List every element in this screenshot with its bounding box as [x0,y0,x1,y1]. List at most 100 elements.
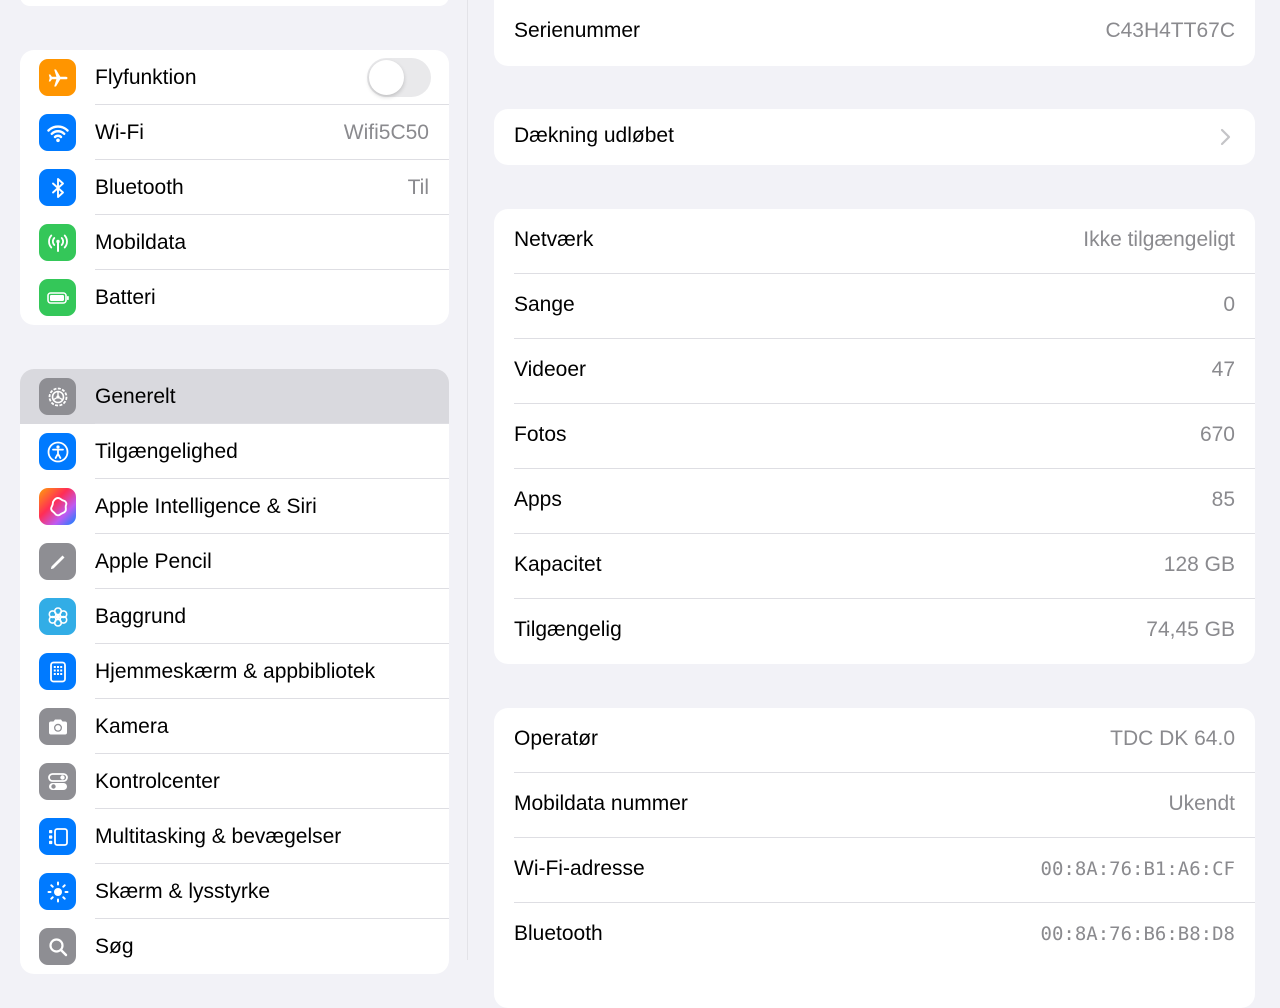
sidebar-item-label: Flyfunktion [95,65,197,89]
sidebar-item-apple-intelligence-and-siri[interactable]: Apple Intelligence & Siri [20,479,449,534]
sidebar-item-label: Multitasking & bevægelser [95,824,342,848]
chevron-right-icon [1220,128,1231,146]
sidebar-item-flyfunktion[interactable]: Flyfunktion [20,50,449,105]
stats-card: Netværk Ikke tilgængeligt Sange 0 Videoer 47 F… [494,209,1255,664]
info-value: Ukendt [1168,792,1235,815]
sidebar-item-label: Apple Pencil [95,549,212,573]
info-value: Ikke tilgængeligt [1083,228,1235,251]
sidebar-item-wi-fi[interactable]: Wi-Fi Wifi5C50 [20,105,449,160]
sidebar-item-skaerm-and-lysstyrke[interactable]: Skærm & lysstyrke [20,864,449,919]
connectivity-group: Flyfunktion Wi-Fi Wifi5C50 Bluetooth Til Mobi… [20,50,449,325]
flower-icon [39,598,76,635]
sidebar-item-label: Tilgængelighed [95,439,238,463]
sidebar-item-label: Batteri [95,285,156,309]
info-label: Videoer [514,358,587,381]
info-value: 00:8A:76:B6:B8:D8 [1040,923,1235,945]
sidebar-item-label: Skærm & lysstyrke [95,879,271,903]
airplane-mode-toggle[interactable] [367,58,431,97]
info-label: Fotos [514,423,567,446]
info-label: Operatør [514,727,599,750]
search-icon [39,928,76,965]
info-value: 74,45 GB [1146,618,1235,641]
info-label: Bluetooth [514,922,603,945]
wifi-icon [39,114,76,151]
info-row-videoer: Videoer 47 [494,339,1255,404]
network-card: Operatør TDC DK 64.0 Mobildata nummer Ukend… [494,708,1255,1008]
info-value: 85 [1211,488,1235,511]
sidebar-item-kontrolcenter[interactable]: Kontrolcenter [20,754,449,809]
settings-sidebar: Flyfunktion Wi-Fi Wifi5C50 Bluetooth Til Mobi… [0,0,468,974]
general-group: Generelt Tilgængelighed Apple Intelligence… [20,369,449,974]
sidebar-item-label: Søg [95,934,134,958]
sidebar-item-bluetooth[interactable]: Bluetooth Til [20,160,449,215]
coverage-row[interactable]: Dækning udløbet [494,109,1255,165]
accessibility-icon [39,433,76,470]
info-row-operatoer: Operatør TDC DK 64.0 [494,708,1255,773]
about-detail-pane: Serienummer C43H4TT67C Dækning udløbet N… [469,0,1280,1008]
sidebar-item-tilgaengelighed[interactable]: Tilgængelighed [20,424,449,479]
info-value: 670 [1199,423,1235,446]
sidebar-item-mobildata[interactable]: Mobildata [20,215,449,270]
sidebar-item-label: Wi-Fi [95,120,144,144]
airplane-icon [39,59,76,96]
sidebar-item-multitasking-and-bevaegelser[interactable]: Multitasking & bevægelser [20,809,449,864]
battery-icon [39,279,76,316]
sidebar-item-label: Baggrund [95,604,187,628]
serial-card: Serienummer C43H4TT67C [494,0,1255,66]
sidebar-item-label: Generelt [95,384,176,408]
info-row-kapacitet: Kapacitet 128 GB [494,534,1255,599]
sidebar-item-label: Kamera [95,714,169,738]
sidebar-item-value: Til [407,175,429,199]
sidebar-item-label: Kontrolcenter [95,769,220,793]
info-row-bluetooth: Bluetooth 00:8A:76:B6:B8:D8 [494,903,1255,968]
multitasking-icon [39,818,76,855]
info-row-apps: Apps 85 [494,469,1255,534]
serial-value: C43H4TT67C [1105,19,1235,42]
info-value: TDC DK 64.0 [1110,727,1235,750]
serial-row: Serienummer C43H4TT67C [494,0,1255,65]
coverage-label: Dækning udløbet [514,124,674,147]
info-label: Netværk [514,228,594,251]
info-row-tilgaengelig: Tilgængelig 74,45 GB [494,599,1255,664]
antenna-icon [39,224,76,261]
sidebar-item-label: Mobildata [95,230,187,254]
info-row-wi-fi-adresse: Wi-Fi-adresse 00:8A:76:B1:A6:CF [494,838,1255,903]
sun-icon [39,873,76,910]
sidebar-item-generelt[interactable]: Generelt [20,369,449,424]
info-label: Mobildata nummer [514,792,688,815]
apple-intelligence-icon [39,488,76,525]
bluetooth-icon [39,169,76,206]
info-value: 128 GB [1163,553,1235,576]
sidebar-item-label: Apple Intelligence & Siri [95,494,317,518]
info-label: Sange [514,293,575,316]
home-screen-icon [39,653,76,690]
info-label: Apps [514,488,562,511]
info-row-mobildata-nummer: Mobildata nummer Ukendt [494,773,1255,838]
sidebar-item-batteri[interactable]: Batteri [20,270,449,325]
info-value: 0 [1223,293,1235,316]
sidebar-item-label: Bluetooth [95,175,184,199]
camera-icon [39,708,76,745]
serial-label: Serienummer [514,19,641,42]
sidebar-item-hjemmeskaerm-and-appbibliotek[interactable]: Hjemmeskærm & appbibliotek [20,644,449,699]
toggle-knob [369,60,404,95]
sidebar-item-value: Wifi5C50 [343,120,429,144]
coverage-card[interactable]: Dækning udløbet [494,109,1255,165]
sidebar-item-soeg[interactable]: Søg [20,919,449,974]
pencil-icon [39,543,76,580]
previous-group [20,0,449,6]
info-value: 00:8A:76:B1:A6:CF [1040,858,1235,880]
info-label: Kapacitet [514,553,602,576]
sidebar-item-baggrund[interactable]: Baggrund [20,589,449,644]
sidebar-item-apple-pencil[interactable]: Apple Pencil [20,534,449,589]
info-row-sange: Sange 0 [494,274,1255,339]
sidebar-item-kamera[interactable]: Kamera [20,699,449,754]
info-value: 47 [1211,358,1235,381]
info-row-fotos: Fotos 670 [494,404,1255,469]
switches-icon [39,763,76,800]
gear-icon [39,378,76,415]
info-label: Wi-Fi-adresse [514,857,645,880]
sidebar-item-label: Hjemmeskærm & appbibliotek [95,659,376,683]
info-row-netvaerk: Netværk Ikke tilgængeligt [494,209,1255,274]
info-label: Tilgængelig [514,618,622,641]
